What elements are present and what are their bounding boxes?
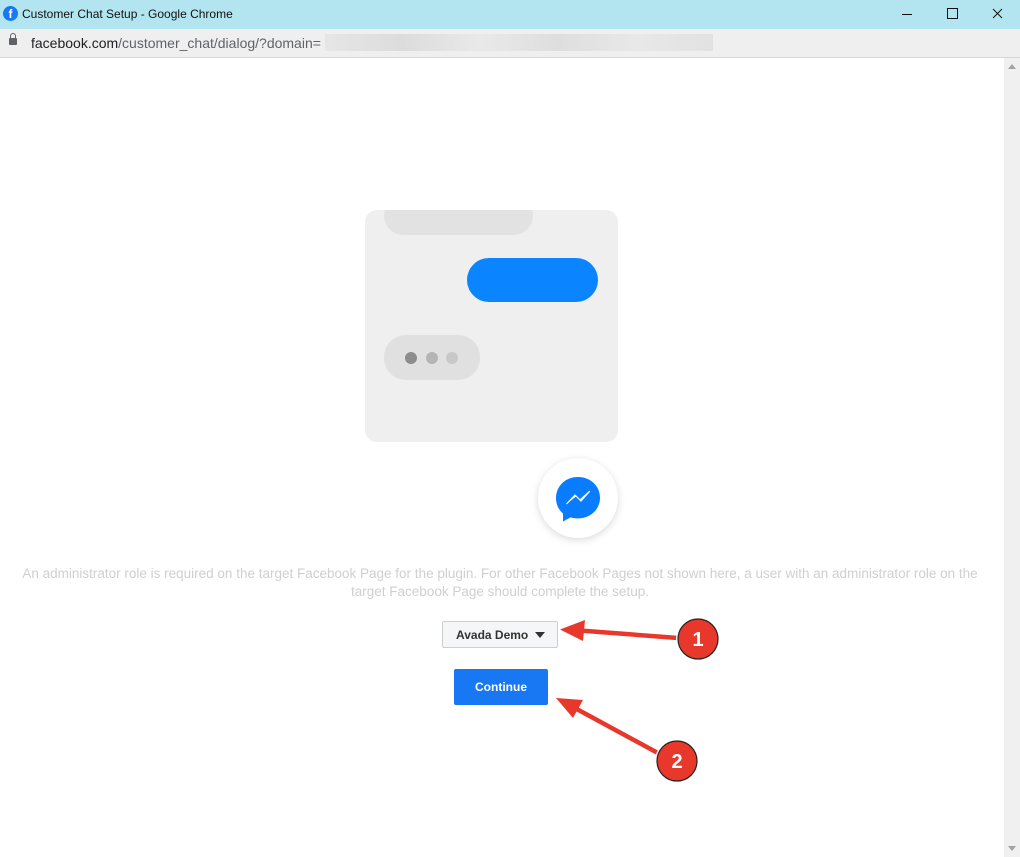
annotation-badge-1: 1 bbox=[676, 617, 720, 661]
messenger-logo bbox=[538, 458, 618, 538]
url-host: facebook.com bbox=[31, 35, 119, 51]
redacted-domain bbox=[325, 34, 713, 51]
typing-dot bbox=[405, 352, 417, 364]
facebook-icon: f bbox=[3, 6, 18, 21]
window-title: Customer Chat Setup - Google Chrome bbox=[22, 7, 233, 21]
page-select-dropdown[interactable]: Avada Demo bbox=[442, 621, 558, 648]
page-select-value: Avada Demo bbox=[456, 628, 529, 642]
minimize-button[interactable] bbox=[884, 0, 930, 29]
annotation-number-1: 1 bbox=[692, 629, 703, 651]
maximize-icon bbox=[947, 8, 958, 19]
address-bar[interactable]: facebook.com/customer_chat/dialog/?domai… bbox=[0, 29, 1020, 58]
maximize-button[interactable] bbox=[929, 0, 975, 29]
close-icon bbox=[992, 8, 1003, 19]
outgoing-message-bubble bbox=[467, 258, 598, 302]
typing-indicator-bubble bbox=[384, 335, 480, 380]
window-titlebar: f Customer Chat Setup - Google Chrome bbox=[0, 0, 1020, 29]
caret-down-icon bbox=[535, 632, 545, 638]
continue-button[interactable]: Continue bbox=[454, 669, 548, 705]
url-path: /customer_chat/dialog/?domain= bbox=[118, 35, 321, 51]
incoming-message-bubble bbox=[384, 210, 533, 235]
lock-icon bbox=[9, 33, 17, 45]
typing-dot bbox=[446, 352, 458, 364]
scroll-up-arrow-icon[interactable] bbox=[1004, 61, 1020, 71]
url-text[interactable]: facebook.com/customer_chat/dialog/?domai… bbox=[31, 35, 321, 51]
minimize-icon bbox=[902, 14, 912, 15]
messenger-icon bbox=[556, 477, 600, 522]
annotation-arrow-1 bbox=[560, 620, 681, 641]
annotation-number-2: 2 bbox=[671, 751, 682, 773]
scroll-down-arrow-icon[interactable] bbox=[1004, 844, 1020, 854]
annotation-arrow-2 bbox=[556, 698, 659, 755]
admin-role-notice: An administrator role is required on the… bbox=[22, 566, 978, 599]
chat-illustration bbox=[365, 210, 618, 442]
annotation-badge-2: 2 bbox=[655, 739, 699, 783]
vertical-scrollbar[interactable] bbox=[1004, 58, 1020, 857]
close-button[interactable] bbox=[974, 0, 1020, 29]
typing-dot bbox=[426, 352, 438, 364]
